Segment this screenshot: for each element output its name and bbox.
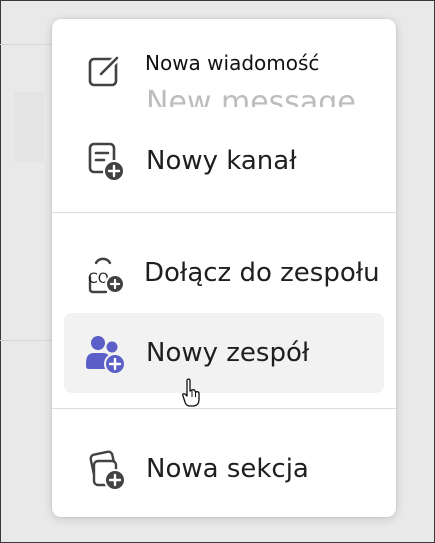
menu-item-label-new-team: Nowy zespół: [146, 338, 310, 368]
background-divider: [0, 340, 52, 341]
menu-item-join-team[interactable]: CO Dołącz do zespołu: [64, 233, 384, 313]
join-team-code-icon: CO: [88, 257, 125, 294]
background-panel: [14, 92, 44, 162]
ghost-label-new-message: New message: [146, 85, 356, 107]
team-add-icon: [86, 336, 126, 375]
channel-add-icon: [88, 142, 125, 182]
background-divider: [0, 44, 52, 45]
new-items-menu: New message Nowa wiadomość Nowy kanał CO…: [52, 19, 396, 517]
menu-item-new-team[interactable]: Nowy zespół: [64, 313, 384, 393]
menu-item-new-section[interactable]: Nowa sekcja: [64, 429, 384, 509]
menu-item-label-new-channel: Nowy kanał: [146, 146, 297, 176]
menu-item-label-join-team: Dołącz do zespołu: [144, 258, 380, 288]
menu-item-new-channel[interactable]: Nowy kanał: [64, 121, 384, 201]
menu-divider: [52, 408, 396, 409]
menu-divider: [52, 212, 396, 213]
hand-cursor-icon: [182, 378, 200, 407]
section-add-icon: [89, 450, 126, 491]
menu-item-label-new-section: Nowa sekcja: [146, 454, 309, 484]
compose-icon: [88, 53, 122, 87]
menu-item-label-new-message: Nowa wiadomość: [144, 51, 321, 75]
